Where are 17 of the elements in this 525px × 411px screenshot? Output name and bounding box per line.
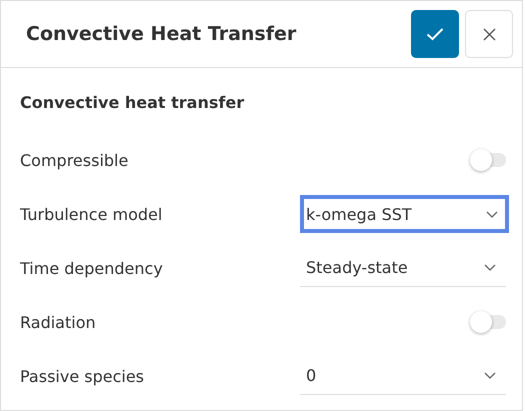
chevron-down-icon bbox=[484, 372, 496, 379]
dropdown[interactable]: 0 bbox=[300, 357, 506, 395]
field-label: Passive species bbox=[20, 366, 146, 386]
chevron-down-icon bbox=[484, 264, 496, 271]
field-label: Turbulence model bbox=[20, 204, 164, 224]
checkmark-icon bbox=[426, 27, 444, 41]
field-label: Radiation bbox=[20, 312, 97, 332]
dropdown[interactable]: k-omega SST bbox=[300, 195, 509, 233]
confirm-button[interactable] bbox=[411, 10, 459, 58]
chevron-down-icon bbox=[486, 210, 498, 218]
section-heading: Convective heat transfer bbox=[20, 93, 246, 114]
dropdown[interactable]: Steady-state bbox=[300, 249, 506, 287]
close-icon bbox=[482, 28, 496, 40]
close-button[interactable] bbox=[465, 10, 513, 58]
dialog-title: Convective Heat Transfer bbox=[26, 23, 298, 45]
field-label: Compressible bbox=[20, 150, 130, 170]
field-label: Time dependency bbox=[20, 258, 164, 278]
